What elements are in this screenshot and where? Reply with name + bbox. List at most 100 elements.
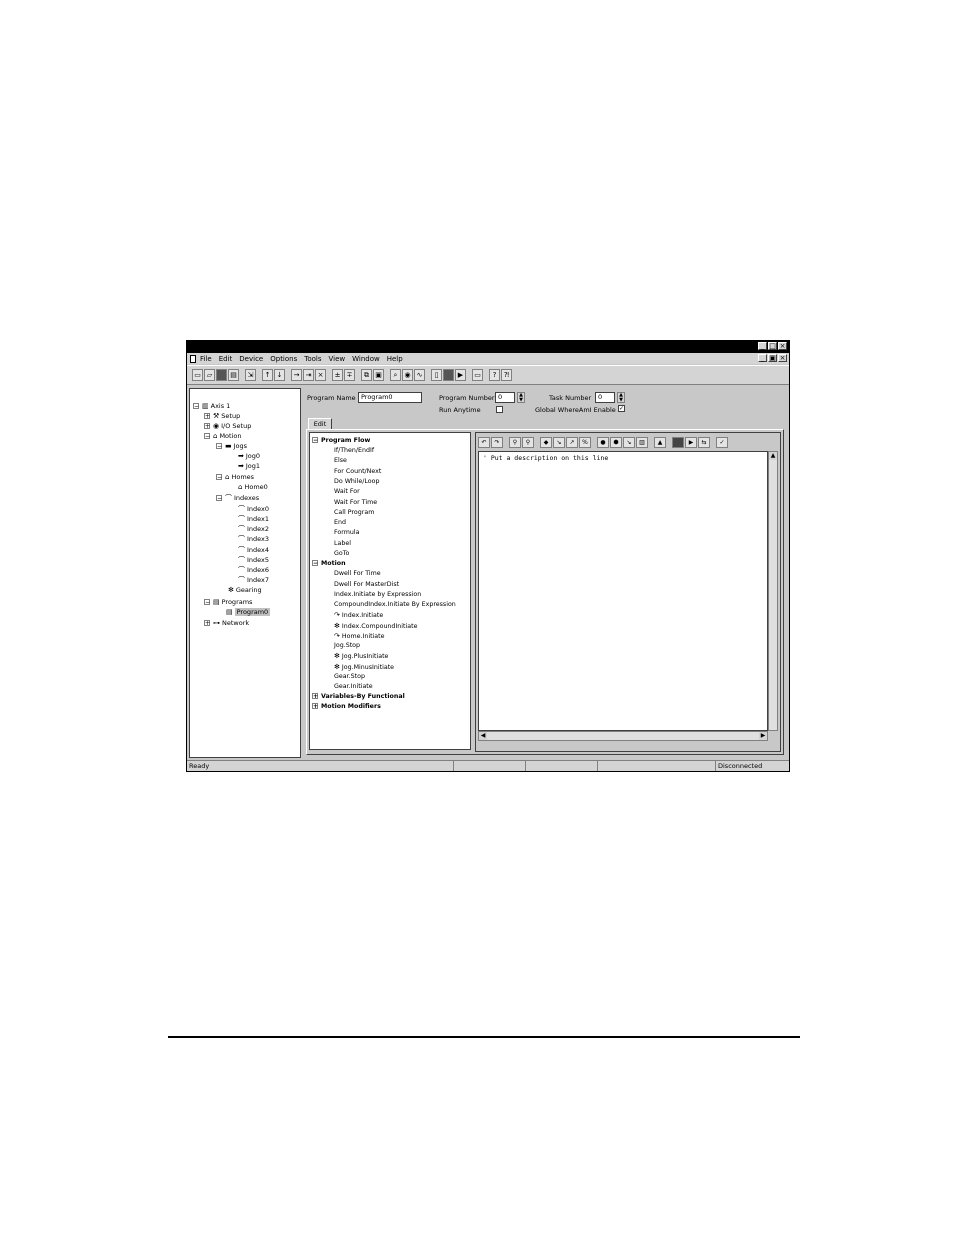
cmd-item[interactable]: Jog.Stop — [334, 642, 360, 649]
cmd-item[interactable]: End — [334, 519, 346, 526]
close-button[interactable]: × — [778, 342, 787, 350]
next-bookmark-icon[interactable]: ↘ — [553, 436, 565, 448]
cmd-item[interactable]: ↷ Home.Initiate — [334, 632, 385, 640]
cmd-item[interactable]: Label — [334, 540, 351, 547]
context-help-icon[interactable]: ⁈ — [501, 369, 512, 381]
program-number-input[interactable]: 0 — [495, 392, 515, 403]
group-motion-modifiers[interactable]: + Motion Modifiers — [312, 703, 381, 710]
menu-edit[interactable]: Edit — [219, 355, 233, 363]
collapse-icon[interactable]: − — [216, 474, 222, 481]
tree-indexes[interactable]: − ⌒ Indexes — [216, 493, 259, 503]
cmd-item[interactable]: ✻ Jog.MinusInitiate — [334, 663, 394, 671]
cmd-item[interactable]: GoTo — [334, 550, 349, 557]
import-icon[interactable]: ⇲ — [245, 369, 256, 381]
find-next-icon[interactable]: ⚲ — [522, 436, 534, 448]
cmd-item[interactable]: CompoundIndex.Initiate By Expression — [334, 601, 456, 608]
tree-index[interactable]: ⌒ Index6 — [238, 565, 269, 575]
window-icon[interactable]: ▭ — [472, 369, 483, 381]
scroll-right-icon[interactable]: ▶ — [759, 732, 767, 740]
new-icon[interactable]: ▭ — [192, 369, 203, 381]
watch-icon[interactable]: ▥ — [636, 436, 648, 448]
document-icon[interactable] — [190, 354, 196, 363]
expand-icon[interactable]: + — [312, 703, 318, 710]
copy-icon[interactable]: ⧉ — [361, 369, 372, 381]
undo-icon[interactable]: ↶ — [478, 436, 490, 448]
collapse-icon[interactable]: − — [216, 495, 222, 502]
save-icon[interactable] — [216, 369, 227, 381]
tree-index[interactable]: ⌒ Index4 — [238, 545, 269, 555]
tree-motion[interactable]: − ⌂ Motion — [204, 432, 242, 440]
horizontal-scrollbar[interactable]: ◀ ▶ — [478, 731, 768, 741]
delete-icon[interactable]: × — [315, 369, 326, 381]
help-icon[interactable]: ? — [489, 369, 500, 381]
breakpoint-icon[interactable]: ⬢ — [610, 436, 622, 448]
expand-icon[interactable]: + — [204, 620, 210, 627]
tree-home0[interactable]: ⌂ Home0 — [238, 483, 268, 491]
expand-icon[interactable]: + — [312, 693, 318, 700]
upload-icon[interactable]: ↑ — [262, 369, 273, 381]
clear-bookmarks-icon[interactable]: % — [579, 436, 591, 448]
tree-index[interactable]: ⌒ Index0 — [238, 504, 269, 514]
prev-bookmark-icon[interactable]: ↗ — [566, 436, 578, 448]
tree-jogs[interactable]: − ▬ Jogs — [216, 442, 247, 450]
expand-icon[interactable]: + — [204, 423, 210, 430]
minimize-button[interactable]: _ — [758, 342, 767, 350]
redo-icon[interactable]: ↷ — [491, 436, 503, 448]
paste-icon[interactable]: ▣ — [373, 369, 384, 381]
collapse-icon[interactable]: − — [204, 599, 210, 606]
program-number-spinner[interactable]: ▲ ▼ — [517, 392, 525, 403]
run-anytime-checkbox[interactable] — [496, 406, 503, 413]
check-icon[interactable]: ✓ — [716, 436, 728, 448]
tree-index[interactable]: ⌒ Index2 — [238, 524, 269, 534]
group-variables[interactable]: + Variables-By Functional — [312, 693, 405, 700]
stop-icon[interactable] — [443, 369, 454, 381]
cmd-item[interactable]: ✻ Jog.PlusInitiate — [334, 652, 388, 660]
maximize-button[interactable]: □ — [768, 342, 777, 350]
tree-program0[interactable]: ▤ Program0 — [226, 608, 271, 616]
cmd-item[interactable]: If/Then/EndIf — [334, 447, 374, 454]
collapse-icon[interactable]: − — [312, 560, 318, 567]
cmd-item[interactable]: Else — [334, 457, 347, 464]
cmd-item[interactable]: Index.Initiate by Expression — [334, 591, 421, 598]
stop-icon[interactable] — [672, 436, 684, 448]
tree-index[interactable]: ⌒ Index7 — [238, 575, 269, 585]
tree-setup[interactable]: + ⚒ Setup — [204, 412, 240, 420]
device-icon[interactable]: ▯ — [431, 369, 442, 381]
scroll-up-icon[interactable]: ▲ — [769, 452, 777, 460]
mdi-restore-button[interactable]: ▣ — [768, 354, 777, 362]
vertical-scrollbar[interactable]: ▲ — [768, 451, 778, 731]
expand-icon[interactable]: + — [204, 413, 210, 420]
collapse-icon[interactable]: − — [193, 403, 199, 410]
tree-io-setup[interactable]: + ◉ I/O Setup — [204, 422, 251, 430]
tree-jog1[interactable]: ➡ Jog1 — [238, 462, 260, 470]
cmd-item[interactable]: Dwell For MasterDist — [334, 581, 399, 588]
menu-tools[interactable]: Tools — [304, 355, 321, 363]
find-icon[interactable]: ⚲ — [509, 436, 521, 448]
mdi-close-button[interactable]: × — [778, 354, 787, 362]
cmd-item[interactable]: Dwell For Time — [334, 570, 381, 577]
task-number-spinner[interactable]: ▲ ▼ — [617, 392, 625, 403]
menu-options[interactable]: Options — [270, 355, 297, 363]
tree-network[interactable]: + ⊶ Network — [204, 619, 249, 627]
subtract-icon[interactable]: ∓ — [344, 369, 355, 381]
group-program-flow[interactable]: − Program Flow — [312, 437, 370, 444]
menu-window[interactable]: Window — [352, 355, 380, 363]
tree-homes[interactable]: − ⌂ Homes — [216, 473, 254, 481]
compile-icon[interactable]: ● — [597, 436, 609, 448]
add-icon[interactable]: ± — [332, 369, 343, 381]
cmd-item[interactable]: Call Program — [334, 509, 374, 516]
tab-edit[interactable]: Edit — [308, 418, 332, 429]
chart-icon[interactable]: ∿ — [414, 369, 425, 381]
scroll-left-icon[interactable]: ◀ — [479, 732, 487, 740]
tree-index[interactable]: ⌒ Index3 — [238, 534, 269, 544]
run-icon[interactable]: ▶ — [455, 369, 466, 381]
cmd-item[interactable]: ✻ Index.CompoundInitiate — [334, 622, 417, 630]
menu-device[interactable]: Device — [239, 355, 263, 363]
global-whereami-checkbox[interactable]: ✓ — [618, 405, 625, 412]
step-into-icon[interactable]: ▶ — [685, 436, 697, 448]
tree-gearing[interactable]: ✻ Gearing — [228, 586, 262, 594]
program-name-input[interactable]: Program0 — [358, 392, 422, 403]
task-number-input[interactable]: 0 — [595, 392, 615, 403]
open-icon[interactable]: ▱ — [204, 369, 215, 381]
group-motion[interactable]: − Motion — [312, 560, 346, 567]
